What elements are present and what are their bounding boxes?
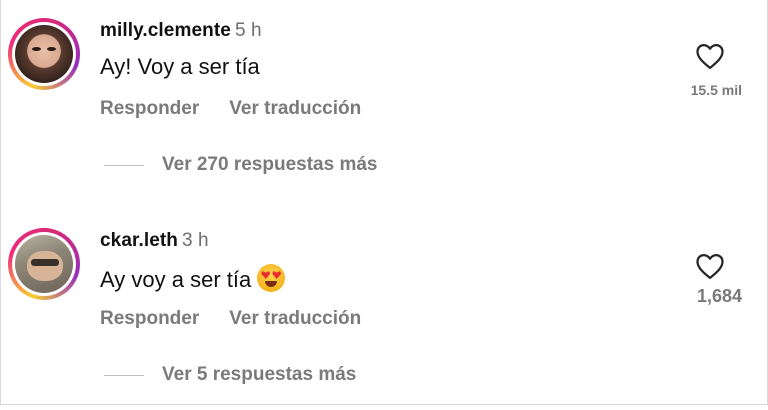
replies-divider-line	[104, 374, 144, 376]
heart-eyes-emoji-icon	[257, 264, 286, 292]
view-replies-label: Ver 5 respuestas más	[162, 364, 357, 385]
timestamp: 3 h	[182, 230, 209, 251]
view-replies-label: Ver 270 respuestas más	[162, 154, 378, 175]
avatar-detail	[32, 47, 41, 51]
reply-button[interactable]: Responder	[100, 98, 199, 119]
avatar-photo	[15, 25, 73, 83]
comment-header: ckar.leth 3 h	[100, 230, 209, 252]
avatar-detail	[27, 251, 63, 281]
translate-button[interactable]: Ver traducción	[229, 98, 361, 119]
heart-outline-icon[interactable]	[695, 252, 725, 280]
avatar[interactable]	[8, 228, 80, 300]
translate-button[interactable]: Ver traducción	[229, 308, 361, 329]
like-count: 15.5 mil	[690, 82, 742, 98]
replies-divider-line	[104, 164, 144, 166]
like-control: 1,684	[680, 252, 742, 307]
like-count: 1,684	[696, 286, 742, 306]
heart-outline-icon[interactable]	[695, 42, 725, 70]
view-replies-button[interactable]: Ver 270 respuestas más	[100, 154, 378, 176]
username[interactable]: ckar.leth	[100, 230, 178, 251]
avatar[interactable]	[8, 18, 80, 90]
reply-button[interactable]: Responder	[100, 308, 199, 329]
avatar-border	[12, 22, 76, 86]
avatar-border	[12, 232, 76, 296]
comment-actions: Responder Ver traducción	[100, 308, 361, 330]
comment-item: milly.clemente 5 h Ay! Voy a ser tía Resp…	[0, 0, 768, 200]
comment-item: ckar.leth 3 h Ay voy a ser tía Responder V…	[0, 210, 768, 410]
avatar-detail	[31, 259, 59, 266]
like-control: 15.5 mil	[680, 42, 742, 98]
comment-text: Ay! Voy a ser tía	[100, 54, 260, 80]
comment-body: Ay voy a ser tía	[100, 267, 252, 292]
comment-actions: Responder Ver traducción	[100, 98, 361, 120]
comment-header: milly.clemente 5 h	[100, 20, 262, 42]
username[interactable]: milly.clemente	[100, 20, 231, 41]
view-replies-button[interactable]: Ver 5 respuestas más	[100, 364, 356, 386]
comment-text: Ay voy a ser tía	[100, 264, 286, 293]
avatar-photo	[15, 235, 73, 293]
comment-body: Ay! Voy a ser tía	[100, 54, 260, 79]
timestamp: 5 h	[234, 20, 262, 41]
avatar-detail	[47, 47, 56, 51]
